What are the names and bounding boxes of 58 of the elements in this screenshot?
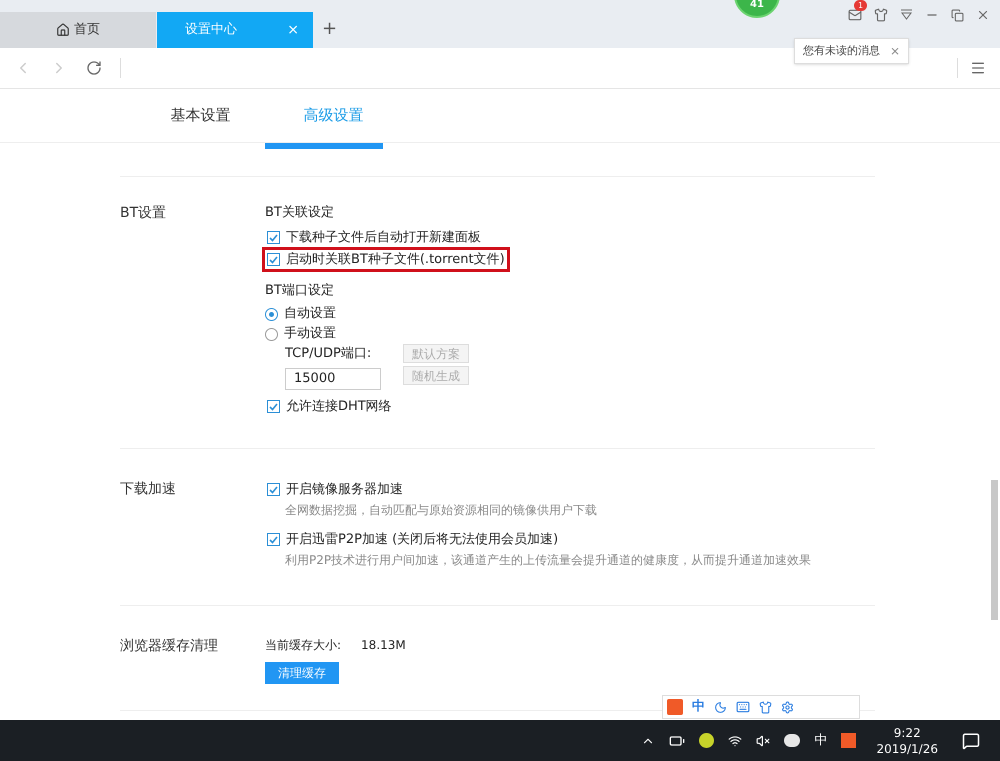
mute-icon[interactable] [756,734,770,748]
port-field[interactable]: 15000 [285,368,381,390]
radio-button[interactable] [265,328,278,340]
hint-text: 全网数据挖掘，自动匹配与原始资源相同的镜像供用户下载 [284,502,598,518]
clear-cache-button[interactable]: 清理缓存 [265,662,339,684]
close-icon[interactable] [976,8,990,22]
shirt-icon[interactable] [759,700,772,714]
wifi-icon[interactable] [728,734,742,748]
tab-title: 首页 [74,21,100,40]
section-title: BT设置 [120,204,168,223]
checkbox[interactable] [267,231,280,244]
skin-icon[interactable] [874,8,888,22]
browser-tab[interactable]: 首页 [0,12,156,48]
clock-time: 9:22 [894,724,921,740]
new-tab-button[interactable]: + [322,15,338,42]
cache-size-label: 当前缓存大小: [265,636,342,654]
checkbox-label: 开启迅雷P2P加速 (关闭后将无法使用会员加速) [286,530,558,549]
group-heading: BT关联设定 [265,204,335,222]
checkbox-label: 开启镜像服务器加速 [286,480,403,499]
checkbox-label: 启动时关联BT种子文件(.torrent文件) [286,250,505,269]
hint-text: 利用P2P技术进行用户间加速，该通道产生的上传流量会提升通道的健康度，从而提升通道加速效果 [284,552,812,568]
group-heading: BT端口设定 [265,282,335,300]
cache-size-value: 18.13M [361,636,406,654]
clock-date: 2019/1/26 [876,740,938,756]
radio-button[interactable] [265,308,278,320]
checkbox[interactable] [267,533,280,546]
menu-icon[interactable] [970,60,986,76]
notification-center-icon[interactable] [962,732,980,750]
settings-tab[interactable]: 基本设置 [134,89,267,142]
radio-label: 自动设置 [284,305,336,324]
tooltip-close[interactable]: × [890,42,900,60]
port-label: TCP/UDP端口: [285,345,372,363]
keyboard-icon[interactable] [736,700,750,714]
checkbox[interactable] [267,400,280,413]
tab-close[interactable]: × [287,20,299,40]
dropdown-icon[interactable] [900,9,913,21]
refresh-icon[interactable] [86,60,102,76]
moon-icon[interactable] [714,700,727,714]
checkbox[interactable] [267,253,280,266]
score-badge: 41 [734,0,780,18]
settings-tab[interactable]: 高级设置 [267,89,400,142]
home-icon [56,23,70,37]
section-title: 浏览器缓存清理 [120,636,219,656]
checkbox[interactable] [267,483,280,496]
browser-tab[interactable]: 设置中心 × [157,12,313,48]
settings-icon[interactable] [781,700,794,714]
radio-label: 手动设置 [284,325,336,344]
tooltip-text: 您有未读的消息 [803,42,880,59]
notification-badge: 1 [854,0,868,11]
ime-indicator[interactable]: 中 [814,730,828,750]
restore-icon[interactable] [951,8,964,22]
checkbox-label: 允许连接DHT网络 [286,398,392,416]
scrollbar-thumb[interactable] [991,480,998,620]
checkbox-label: 下载种子文件后自动打开新建面板 [286,228,481,247]
mail-icon[interactable] [848,8,862,22]
ime-mode[interactable]: 中 [692,697,705,717]
section-title: 下载加速 [120,480,177,498]
tab-title: 设置中心 [185,21,237,40]
